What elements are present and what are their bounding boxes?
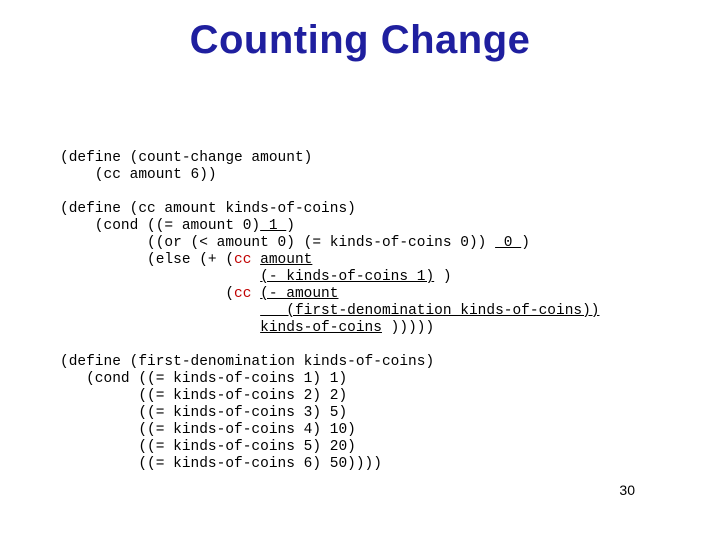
blank-answer: (- amount: [260, 286, 338, 302]
code-line: (cc amount 6)): [60, 167, 217, 183]
code-line: ((= kinds-of-coins 2) 2): [60, 388, 347, 404]
code-line: ((= kinds-of-coins 5) 20): [60, 439, 356, 455]
blank-answer: 1: [260, 218, 286, 234]
slide: Counting Change (define (count-change am…: [0, 0, 720, 540]
code-line: (define (count-change amount): [60, 150, 312, 166]
blank-answer: (first-denomination kinds-of-coins)): [260, 303, 599, 319]
code-line: [60, 303, 260, 319]
code-line: (define (cc amount kinds-of-coins): [60, 201, 356, 217]
code-line: ((= kinds-of-coins 4) 10): [60, 422, 356, 438]
code-line: ): [286, 218, 295, 234]
code-line: ): [521, 235, 530, 251]
code-line: [60, 269, 260, 285]
page-number: 30: [619, 482, 635, 498]
code-line: (: [60, 286, 234, 302]
blank-answer: kinds-of-coins: [260, 320, 382, 336]
code-line: (define (first-denomination kinds-of-coi…: [60, 354, 434, 370]
code-line: ((= kinds-of-coins 6) 50)))): [60, 456, 382, 472]
code-line: ))))): [382, 320, 434, 336]
code-block: (define (count-change amount) (cc amount…: [60, 150, 600, 473]
code-line: [60, 320, 260, 336]
slide-title: Counting Change: [0, 18, 720, 63]
blank-answer: 0: [495, 235, 521, 251]
code-line: (else (+ (: [60, 252, 234, 268]
code-line: (cond ((= kinds-of-coins 1) 1): [60, 371, 347, 387]
code-line: [251, 286, 260, 302]
code-line: [251, 252, 260, 268]
code-line: ): [434, 269, 451, 285]
code-line: (cond ((= amount 0): [60, 218, 260, 234]
code-line: ((= kinds-of-coins 3) 5): [60, 405, 347, 421]
blank-answer: amount: [260, 252, 312, 268]
blank-answer: (- kinds-of-coins 1): [260, 269, 434, 285]
code-line: ((or (< amount 0) (= kinds-of-coins 0)): [60, 235, 495, 251]
highlight-cc: cc: [234, 252, 251, 268]
highlight-cc: cc: [234, 286, 251, 302]
